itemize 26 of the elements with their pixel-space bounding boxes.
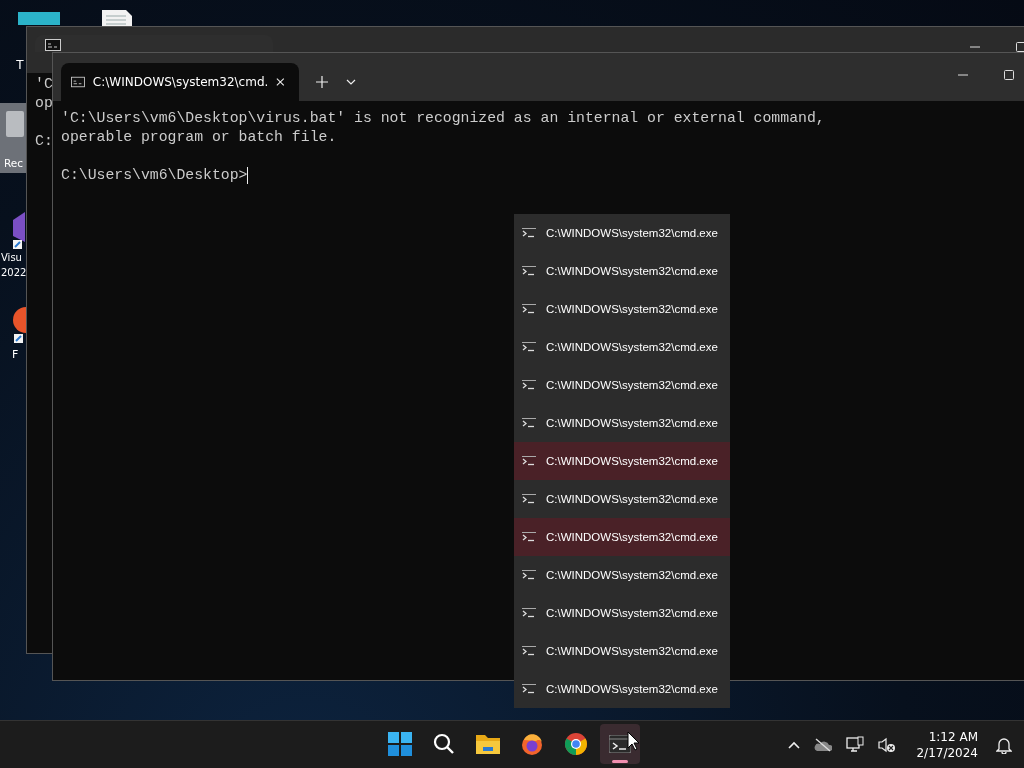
jump-list-item[interactable]: C:\WINDOWS\system32\cmd.exe: [514, 594, 730, 632]
jump-list-item[interactable]: C:\WINDOWS\system32\cmd.exe: [514, 290, 730, 328]
desktop-icon-label: Rec: [4, 157, 24, 169]
terminal-prompt: C:\Users\vm6\Desktop>: [61, 166, 248, 185]
jump-list-item[interactable]: C:\WINDOWS\system32\cmd.exe: [514, 404, 730, 442]
terminal-output: op: [35, 94, 53, 113]
jump-list-item[interactable]: C:\WINDOWS\system32\cmd.exe: [514, 632, 730, 670]
jump-list-item[interactable]: C:\WINDOWS\system32\cmd.exe: [514, 328, 730, 366]
jump-list-item[interactable]: C:\WINDOWS\system32\cmd.exe: [514, 480, 730, 518]
jump-list-item[interactable]: C:\WINDOWS\system32\cmd.exe: [514, 670, 730, 708]
terminal-output: 'C: [35, 75, 53, 94]
jump-list-item[interactable]: C:\WINDOWS\system32\cmd.exe: [514, 442, 730, 480]
jump-list-item[interactable]: C:\WINDOWS\system32\cmd.exe: [514, 252, 730, 290]
terminal-prompt: C:: [35, 132, 53, 151]
jump-list-item[interactable]: C:\WINDOWS\system32\cmd.exe: [514, 214, 730, 252]
jump-list-item[interactable]: C:\WINDOWS\system32\cmd.exe: [514, 556, 730, 594]
terminal-output: 'C:\Users\vm6\Desktop\virus.bat' is not recognized as an internal or external command,: [61, 109, 826, 128]
jump-list-item[interactable]: C:\WINDOWS\system32\cmd.exe: [514, 366, 730, 404]
desktop-icon-label: Visu 2022: [1, 251, 26, 280]
jump-list-item[interactable]: C:\WINDOWS\system32\cmd.exe: [514, 518, 730, 556]
clock-date[interactable]: 2/17/2024: [916, 744, 978, 761]
desktop-icon-label: F: [12, 348, 19, 361]
terminal-output: operable program or batch file.: [61, 128, 338, 147]
clock-time[interactable]: 1:12 AM: [928, 728, 978, 745]
desktop-icon-label: T: [16, 58, 24, 72]
terminal-tab[interactable]: C:\WINDOWS\system32\cmd.: [61, 63, 299, 101]
